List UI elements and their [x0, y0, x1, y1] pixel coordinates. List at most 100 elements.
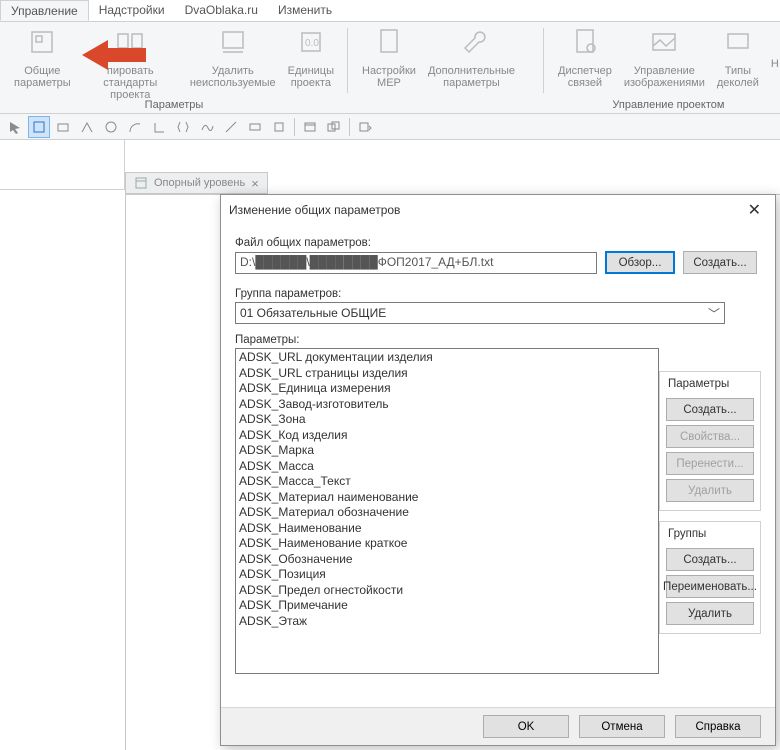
shared-params-icon: [26, 26, 58, 58]
qat-btn[interactable]: [100, 116, 122, 138]
menu-bar: Управление Надстройки DvaOblaka.ru Измен…: [0, 0, 780, 22]
quick-toolbar: [0, 114, 780, 140]
browse-button[interactable]: Обзор...: [605, 251, 675, 274]
dialog-titlebar: Изменение общих параметров ✕: [221, 195, 775, 225]
file-path-input[interactable]: D:\██████\████████ФОП2017_АД+БЛ.txt: [235, 252, 597, 274]
list-item[interactable]: ADSK_Обозначение: [239, 552, 655, 568]
ribbon-purge[interactable]: Удалить неиспользуемые: [184, 26, 282, 89]
image-icon: [648, 26, 680, 58]
ribbon-label: Типы деколей: [717, 65, 759, 89]
list-item[interactable]: ADSK_URL документации изделия: [239, 350, 655, 366]
param-create-button[interactable]: Создать...: [666, 398, 754, 421]
tab-addins[interactable]: Надстройки: [89, 0, 175, 21]
qat-btn[interactable]: [148, 116, 170, 138]
list-item[interactable]: ADSK_Этаж: [239, 614, 655, 630]
fieldset-legend: Параметры: [666, 378, 731, 390]
ribbon-label: Дополнительные параметры: [428, 65, 515, 89]
qat-btn[interactable]: [323, 116, 345, 138]
list-item[interactable]: ADSK_Масса_Текст: [239, 474, 655, 490]
ribbon-mep-settings[interactable]: Настройки MEP: [356, 26, 422, 89]
list-item[interactable]: ADSK_Материал наименование: [239, 490, 655, 506]
list-item[interactable]: ADSK_Предел огнестойкости: [239, 583, 655, 599]
qat-selected-tool[interactable]: [28, 116, 50, 138]
list-item[interactable]: ADSK_Материал обозначение: [239, 505, 655, 521]
list-item[interactable]: ADSK_Единица измерения: [239, 381, 655, 397]
fieldset-legend: Группы: [666, 528, 708, 540]
parameters-listbox[interactable]: ADSK_URL документации изделияADSK_URL ст…: [235, 348, 659, 674]
group-create-button[interactable]: Создать...: [666, 548, 754, 571]
ribbon-label: Н: [771, 58, 779, 70]
file-label: Файл общих параметров:: [235, 237, 761, 249]
ribbon-link-manager[interactable]: Диспетчер связей: [552, 26, 618, 89]
param-delete-button[interactable]: Удалить: [666, 479, 754, 502]
groups-fieldset: Группы Создать... Переименовать... Удали…: [659, 521, 761, 634]
qat-btn[interactable]: [52, 116, 74, 138]
qat-btn[interactable]: [220, 116, 242, 138]
qat-btn[interactable]: [354, 116, 376, 138]
list-item[interactable]: ADSK_Зона: [239, 412, 655, 428]
qat-btn[interactable]: [268, 116, 290, 138]
param-move-button[interactable]: Перенести...: [666, 452, 754, 475]
ribbon-group-label: Параметры: [0, 99, 348, 111]
chevron-down-icon: ﹀: [708, 305, 720, 322]
shared-parameters-dialog: Изменение общих параметров ✕ Файл общих …: [220, 194, 776, 746]
qat-btn[interactable]: [244, 116, 266, 138]
qat-btn[interactable]: [196, 116, 218, 138]
decal-icon: [722, 26, 754, 58]
list-item[interactable]: ADSK_Позиция: [239, 567, 655, 583]
ribbon-more[interactable]: Н: [765, 26, 780, 70]
ribbon-label: Общие параметры: [14, 65, 71, 89]
tab-dvaoblaka[interactable]: DvaOblaka.ru: [175, 0, 268, 21]
rect-icon: [56, 120, 70, 134]
list-item[interactable]: ADSK_Марка: [239, 443, 655, 459]
list-item[interactable]: ADSK_Наименование: [239, 521, 655, 537]
list-item[interactable]: ADSK_Завод-изготовитель: [239, 397, 655, 413]
triangle-icon: [80, 120, 94, 134]
ribbon-shared-parameters[interactable]: Общие параметры: [8, 26, 77, 89]
dialog-close-button[interactable]: ✕: [742, 198, 767, 222]
tab-manage[interactable]: Управление: [0, 0, 89, 21]
qat-btn[interactable]: [76, 116, 98, 138]
close-icon[interactable]: ×: [251, 176, 259, 191]
qat-btn[interactable]: [124, 116, 146, 138]
arc-icon: [128, 120, 142, 134]
units-icon: 0.0: [295, 26, 327, 58]
view-icon: [134, 176, 148, 190]
ribbon-decal-types[interactable]: Типы деколей: [711, 26, 765, 89]
toggle-icon: [248, 120, 262, 134]
list-item[interactable]: ADSK_Масса: [239, 459, 655, 475]
group-select[interactable]: 01 Обязательные ОБЩИЕ ﹀: [235, 302, 725, 324]
list-item[interactable]: ADSK_URL страницы изделия: [239, 366, 655, 382]
group-delete-button[interactable]: Удалить: [666, 602, 754, 625]
ribbon-label: Диспетчер связей: [558, 65, 612, 89]
ribbon-manage-images[interactable]: Управление изображениями: [618, 26, 711, 89]
wrench-icon: [455, 26, 487, 58]
list-item[interactable]: ADSK_Примечание: [239, 598, 655, 614]
box2-icon: [272, 120, 286, 134]
document-tab[interactable]: Опорный уровень ×: [125, 172, 268, 194]
ribbon-units[interactable]: 0.0 Единицы проекта: [282, 26, 340, 89]
qat-btn[interactable]: [172, 116, 194, 138]
link-icon: [569, 26, 601, 58]
tab-modify[interactable]: Изменить: [268, 0, 342, 21]
create-file-button[interactable]: Создать...: [683, 251, 757, 274]
cancel-button[interactable]: Отмена: [579, 715, 665, 738]
parameters-fieldset: Параметры Создать... Свойства... Перенес…: [659, 371, 761, 511]
help-button[interactable]: Справка: [675, 715, 761, 738]
list-item[interactable]: ADSK_Наименование краткое: [239, 536, 655, 552]
group-label: Группа параметров:: [235, 288, 761, 300]
ok-button[interactable]: OK: [483, 715, 569, 738]
param-properties-button[interactable]: Свойства...: [666, 425, 754, 448]
list-item[interactable]: ADSK_Код изделия: [239, 428, 655, 444]
qat-btn[interactable]: [299, 116, 321, 138]
callout-arrow-icon: [82, 38, 146, 72]
qat-modify[interactable]: [4, 116, 26, 138]
group-rename-button[interactable]: Переименовать...: [666, 575, 754, 598]
windows-icon: [327, 120, 341, 134]
window-icon: [303, 120, 317, 134]
box-icon: [32, 120, 46, 134]
diag-icon: [224, 120, 238, 134]
ribbon-additional-params[interactable]: Дополнительные параметры: [422, 26, 521, 89]
properties-panel: [0, 140, 125, 190]
params-label: Параметры:: [235, 334, 761, 346]
